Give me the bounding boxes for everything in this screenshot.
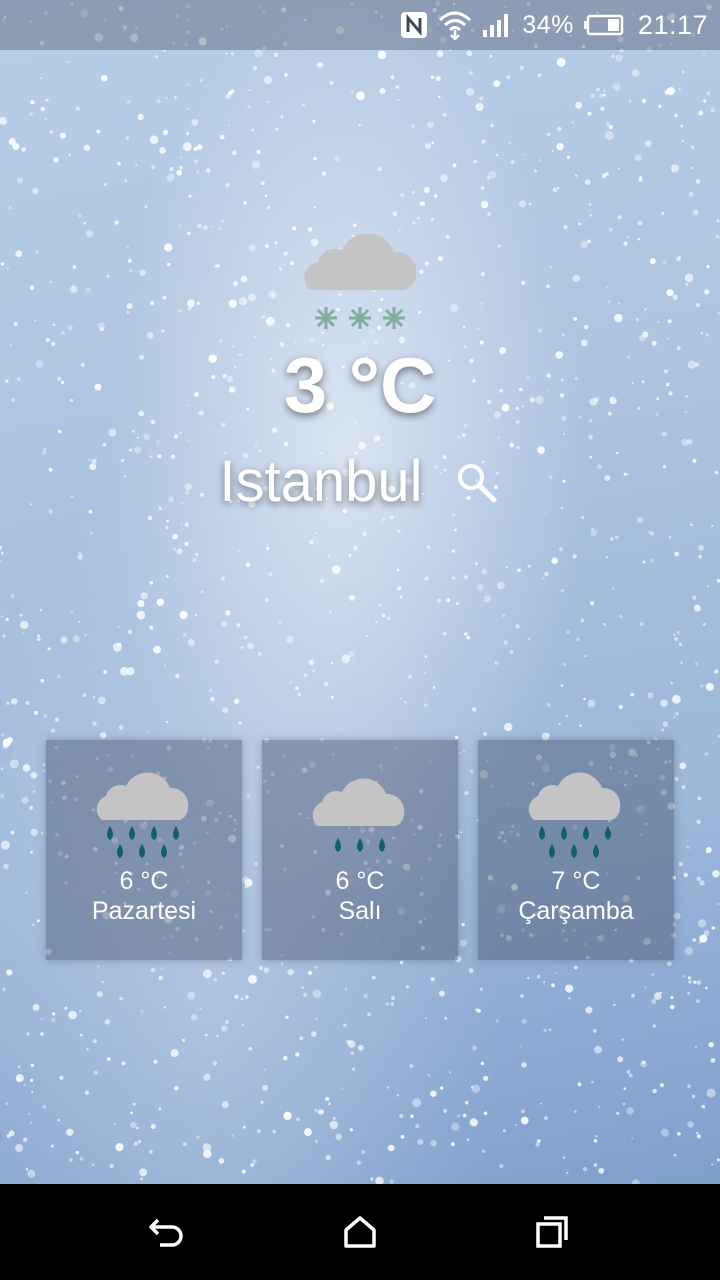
status-bar: 34% 21:17 (0, 0, 720, 50)
city-row: Istanbul (0, 446, 720, 516)
current-temperature: 3 °C (283, 341, 437, 429)
cloud-heavy-rain-icon (524, 764, 628, 864)
forecast-card-tuesday[interactable]: 6 °C Salı (262, 740, 458, 960)
battery-percent: 34% (522, 10, 574, 39)
snow-background (0, 0, 720, 1184)
cloud-light-rain-icon (308, 764, 412, 864)
home-button[interactable] (336, 1208, 384, 1256)
cloud-heavy-rain-icon (92, 764, 196, 864)
home-icon (344, 1216, 376, 1248)
back-button[interactable] (144, 1208, 192, 1256)
nfc-icon (400, 11, 428, 39)
back-icon (149, 1218, 183, 1247)
wifi-icon (438, 10, 472, 40)
forecast-temperature: 6 °C (119, 867, 169, 895)
search-icon (457, 464, 497, 503)
recents-icon (536, 1216, 568, 1248)
forecast-card-wednesday[interactable]: 7 °C Çarşamba (478, 740, 674, 960)
clock: 21:17 (637, 9, 708, 40)
forecast-list: 6 °C Pazartesi 6 °C Salı 7 °C Çarşamba (46, 740, 676, 960)
forecast-temperature: 7 °C (551, 867, 601, 895)
recents-button[interactable] (528, 1208, 576, 1256)
forecast-card-monday[interactable]: 6 °C Pazartesi (46, 740, 242, 960)
signal-icon (482, 12, 512, 38)
battery-icon (583, 14, 624, 36)
navigation-bar (0, 1184, 720, 1280)
search-button[interactable] (453, 459, 501, 507)
snowfall-overlay (0, 0, 720, 1184)
forecast-day: Pazartesi (91, 897, 197, 925)
forecast-day: Çarşamba (518, 897, 634, 925)
cloud-snow-icon (296, 222, 424, 334)
forecast-day: Salı (338, 897, 382, 925)
city-name: Istanbul (219, 448, 423, 514)
forecast-temperature: 6 °C (335, 867, 385, 895)
